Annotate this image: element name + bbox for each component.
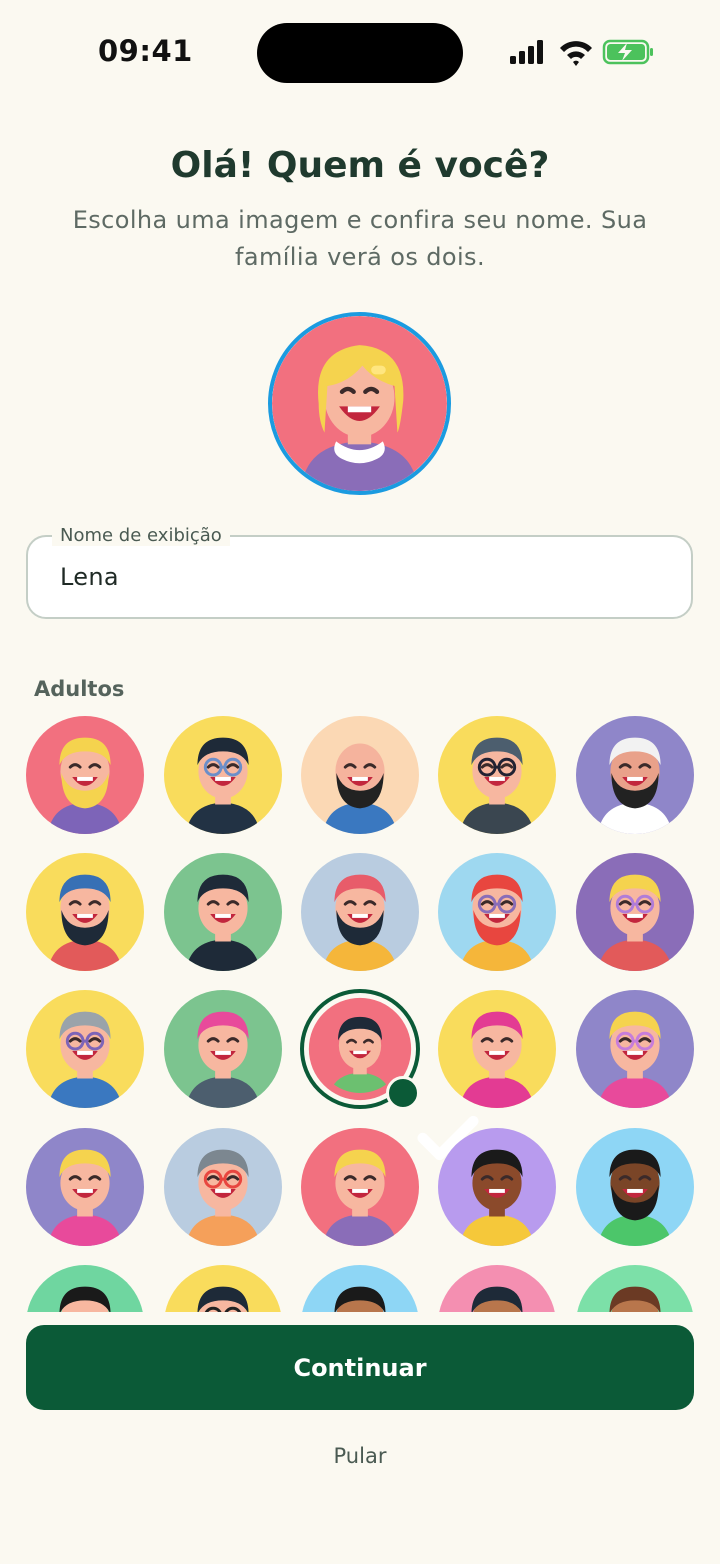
signal-icon [510,40,543,64]
avatar-option[interactable] [164,1128,282,1246]
status-icons [510,39,653,66]
skip-link[interactable]: Pular [0,1444,720,1468]
person-avatar-icon [576,990,694,1108]
avatar-option[interactable] [26,853,144,971]
avatar-option[interactable] [301,853,419,971]
display-name-field[interactable]: Nome de exibição Lena [26,525,693,619]
avatar-option[interactable] [576,853,694,971]
person-avatar-icon [26,1128,144,1246]
person-avatar-icon [577,1265,693,1312]
page-subtitle: Escolha uma imagem e confira seu nome. S… [72,206,648,271]
person-avatar-icon [438,1128,556,1246]
avatar-option[interactable] [26,1128,144,1246]
person-avatar-icon [164,716,282,834]
person-avatar-icon [576,716,694,834]
person-avatar-icon [576,853,694,971]
person-avatar-icon [26,716,144,834]
status-bar: 09:41 [0,0,720,110]
person-avatar-icon [438,716,556,834]
avatar-option[interactable] [164,990,282,1108]
avatar-option[interactable] [438,1128,556,1246]
avatar-option[interactable] [164,1265,282,1312]
person-avatar-icon [164,853,282,971]
avatar-option[interactable] [576,1128,694,1246]
avatar-option[interactable] [164,853,282,971]
dynamic-island [257,23,463,83]
person-avatar-icon [27,1265,143,1312]
person-avatar-icon [439,1265,555,1312]
woman-blonde-avatar-icon [272,316,447,491]
avatar-option[interactable] [26,990,144,1108]
wifi-icon [560,41,592,66]
person-avatar-icon [438,853,556,971]
person-avatar-icon [576,1128,694,1246]
display-name-input[interactable]: Lena [60,563,119,591]
person-avatar-icon [438,990,556,1108]
battery-charging-icon [602,39,653,65]
person-avatar-icon [301,853,419,971]
avatar-option[interactable] [576,716,694,834]
section-label-adults: Adultos [34,677,125,701]
person-avatar-icon [302,1265,418,1312]
person-avatar-icon [301,1128,419,1246]
person-avatar-icon [164,1128,282,1246]
checkmark-icon [386,1076,479,1161]
display-name-label: Nome de exibição [52,525,230,546]
person-avatar-icon [26,990,144,1108]
person-avatar-icon [165,1265,281,1312]
person-avatar-icon [164,990,282,1108]
page-title: Olá! Quem é você? [170,145,550,186]
avatar-option[interactable] [164,716,282,834]
avatar-option[interactable] [438,1265,556,1312]
avatar-option[interactable] [26,716,144,834]
status-time: 09:41 [98,34,193,68]
avatar-option[interactable] [26,1265,144,1312]
avatar-option[interactable] [438,990,556,1108]
avatar-option[interactable] [300,989,479,1161]
avatar-grid [0,712,720,1312]
avatar-option[interactable] [438,853,556,971]
avatar-option[interactable] [438,716,556,834]
avatar-option[interactable] [301,1128,419,1246]
person-avatar-icon [26,853,144,971]
avatar-option[interactable] [576,1265,694,1312]
person-avatar-icon [301,716,419,834]
avatar-option[interactable] [576,990,694,1108]
selected-avatar-preview [268,312,451,495]
continue-button[interactable]: Continuar [26,1325,694,1410]
avatar-option[interactable] [301,1265,419,1312]
avatar-option[interactable] [301,716,419,834]
